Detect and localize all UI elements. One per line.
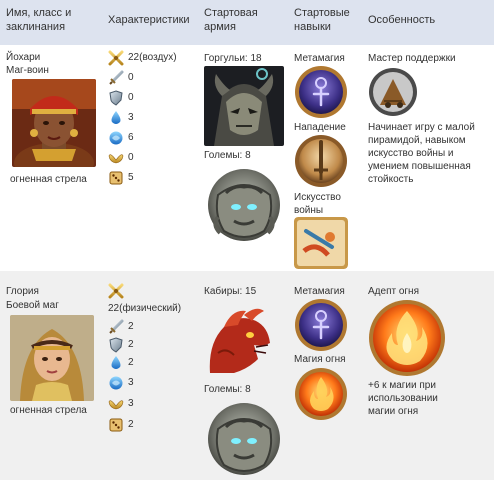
stat-value: 22(физический) [108, 303, 182, 314]
knowledge-orb-icon [109, 376, 123, 390]
morale-wings-icon [108, 154, 124, 164]
table-row: Йохари Маг-воин огненная стрела 22(возду… [0, 45, 494, 271]
army-unit-label: Големы: 8 [204, 384, 251, 395]
support-master-icon [368, 67, 418, 117]
art-of-war-skill-icon [294, 217, 348, 269]
hero-spell: огненная стрела [10, 174, 87, 185]
table-row: Глория Боевой маг огненная стрела 22(физ… [0, 271, 494, 480]
morale-wings-icon [108, 400, 124, 410]
hero-portrait-gloria [10, 315, 94, 401]
gargoyle-icon [204, 66, 284, 146]
magic-drop-icon [111, 356, 121, 369]
crossed-swords-icon [108, 50, 124, 66]
column-header-skills: Стартовые навыки [294, 7, 350, 33]
feature-title: Адепт огня [368, 286, 419, 297]
hero-portrait-yohari [12, 79, 96, 167]
feature-title: Мастер поддержки [368, 53, 456, 64]
metamagic-skill-icon [294, 298, 348, 352]
stat-value: 3 [128, 377, 134, 388]
metamagic-skill-icon [294, 65, 348, 119]
stat-value: 0 [128, 92, 134, 103]
feature-description: Начинает игру с малой пирамидой, навыком… [368, 122, 475, 185]
shield-icon [109, 90, 123, 106]
skill-label: Магия огня [294, 354, 346, 365]
hero-spell: огненная стрела [10, 405, 87, 416]
feature-description: +6 к магии при использовании магии огня [368, 380, 438, 417]
stat-value: 5 [128, 172, 134, 183]
skill-label: Метамагия [294, 53, 345, 64]
stat-value: 2 [128, 321, 134, 332]
luck-dice-icon [109, 171, 123, 185]
column-header-name: Имя, класс и заклинания [6, 7, 72, 33]
army-unit-label: Кабиры: 15 [204, 286, 257, 297]
hero-class: Маг-воин [6, 65, 49, 76]
stat-value: 3 [128, 112, 134, 123]
sword-icon [109, 70, 124, 85]
skill-label: Метамагия [294, 286, 345, 297]
hero-name: Йохари [6, 52, 41, 63]
skill-label: Искусство войны [294, 192, 341, 216]
sword-icon [109, 319, 124, 334]
fire-adept-icon [368, 299, 446, 377]
magic-drop-icon [111, 111, 121, 124]
stat-value: 0 [128, 152, 134, 163]
stat-value: 2 [128, 339, 134, 350]
shield-icon [109, 337, 123, 353]
stat-value: 2 [128, 357, 134, 368]
golem-icon [204, 165, 284, 245]
hero-name: Глория [6, 286, 39, 297]
stat-value: 0 [128, 72, 134, 83]
offense-skill-icon [294, 134, 348, 188]
skill-label: Нападение [294, 122, 346, 133]
column-header-stats: Характеристики [108, 14, 190, 26]
hero-class: Боевой маг [6, 300, 59, 311]
table-header: Имя, класс и заклинания Характеристики С… [0, 0, 494, 45]
stat-value: 2 [128, 419, 134, 430]
crossed-swords-icon [108, 283, 124, 299]
knowledge-orb-icon [109, 131, 123, 145]
army-unit-label: Горгульи: 18 [204, 53, 262, 64]
luck-dice-icon [109, 418, 123, 432]
stat-value: 6 [128, 132, 134, 143]
stat-value: 22(воздух) [128, 52, 177, 63]
heroes-table: Имя, класс и заклинания Характеристики С… [0, 0, 494, 480]
fire-magic-skill-icon [294, 367, 348, 421]
golem-icon [204, 399, 284, 477]
kabir-icon [204, 303, 274, 377]
army-unit-label: Големы: 8 [204, 150, 251, 161]
column-header-army: Стартовая армия [204, 7, 258, 33]
stat-value: 3 [128, 398, 134, 409]
column-header-feature: Особенность [368, 14, 436, 26]
